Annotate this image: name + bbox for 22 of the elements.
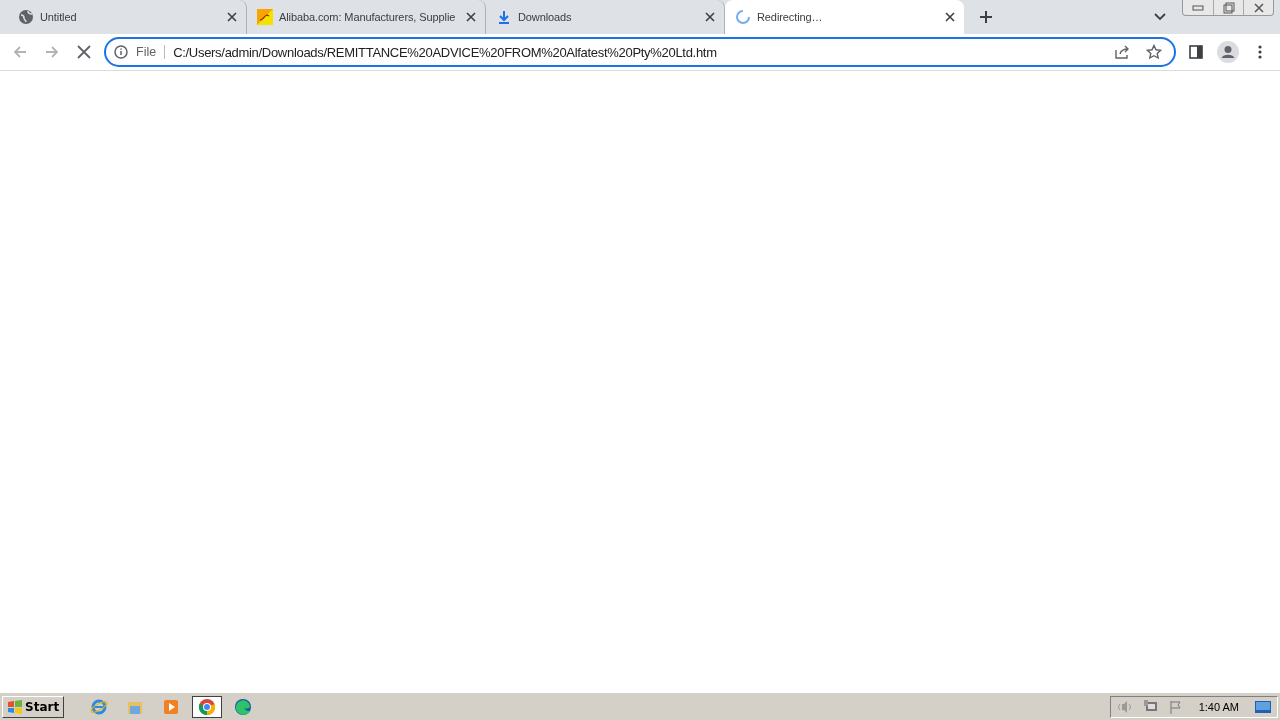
start-button[interactable]: Start — [2, 695, 65, 718]
network-icon[interactable] — [1142, 699, 1159, 714]
edge-icon — [234, 697, 253, 716]
site-icon — [257, 9, 273, 25]
browser-tab[interactable]: Untitled — [8, 0, 247, 34]
info-icon — [114, 45, 128, 59]
show-desktop-icon[interactable] — [1255, 700, 1271, 713]
loading-spinner-icon — [735, 9, 751, 25]
download-icon — [496, 9, 512, 25]
browser-tab[interactable]: Redirecting… — [725, 0, 964, 34]
url-text: C:/Users/admin/Downloads/REMITTANCE%20ADVICE%20FROM%20Alfatest%20Pty%20Ltd.htm — [173, 44, 718, 60]
browser-tab[interactable]: Alibaba.com: Manufacturers, Supplie — [247, 0, 486, 34]
globe-icon — [18, 9, 34, 25]
scheme-label: File — [136, 45, 166, 59]
address-bar[interactable]: File C:/Users/admin/Downloads/REMITTANCE%20ADVICE%20FROM%20Alfatest%20Pty%20Ltd.htm — [104, 37, 1176, 67]
chrome-icon — [198, 697, 217, 716]
windows-logo-icon — [7, 699, 23, 714]
taskbar-app-button[interactable] — [192, 695, 223, 718]
profile-icon[interactable] — [1216, 40, 1240, 64]
clock[interactable]: 1:40 AM — [1192, 700, 1245, 713]
media-player-icon — [162, 697, 181, 716]
browser-e-icon — [90, 697, 109, 716]
